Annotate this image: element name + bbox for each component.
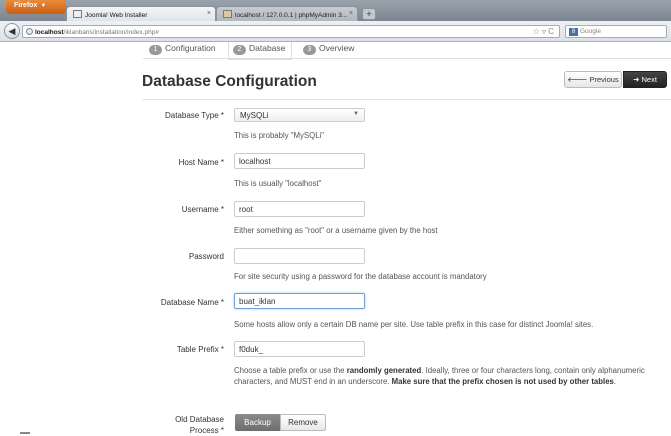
step-label: Configuration — [165, 43, 216, 53]
prefix-help-text: . — [613, 377, 617, 386]
db-type-value: MySQLi — [240, 111, 269, 120]
arrow-right-icon: ➜ — [633, 75, 640, 84]
phpmyadmin-favicon-icon — [223, 10, 232, 18]
next-button[interactable]: ➜ Next — [623, 71, 667, 88]
chevron-down-icon: ▼ — [353, 111, 359, 117]
step-number: 2 — [233, 45, 246, 55]
url-bar[interactable]: localhost/iklanbaris/installation/index.… — [22, 25, 560, 38]
host-input[interactable]: localhost — [234, 153, 365, 169]
arrow-left-icon: 🡐 — [567, 75, 588, 84]
username-input[interactable]: root — [234, 201, 365, 217]
chevron-down-icon: ▼ — [40, 3, 47, 9]
browser-titlebar: Firefox ▼ Joomla! Web Installer × localho… — [0, 0, 671, 21]
prefix-help: Choose a table prefix or use the randoml… — [234, 365, 654, 387]
url-actions: ☆ ▿ C — [533, 27, 554, 36]
old-db-label-line2: Process * — [189, 426, 224, 435]
bookmark-star-icon[interactable]: ☆ — [533, 27, 540, 36]
step-number: 1 — [149, 45, 162, 55]
browser-navbar: ◀ localhost/iklanbaris/installation/inde… — [0, 21, 671, 42]
reload-icon[interactable]: C — [548, 27, 554, 36]
remove-button[interactable]: Remove — [280, 414, 326, 431]
close-icon[interactable]: × — [349, 10, 353, 17]
back-arrow-icon: ◀ — [8, 26, 16, 36]
password-input[interactable] — [234, 248, 365, 264]
step-number: 3 — [303, 45, 316, 55]
tab-title: localhost / 127.0.0.1 | phpMyAdmin 3... — [235, 12, 348, 19]
prefix-warning-text: Make sure that the prefix chosen is not … — [391, 377, 614, 386]
db-type-help: This is probably "MySQLi" — [234, 131, 325, 140]
password-label: Password — [188, 252, 224, 261]
db-type-label: Database Type * — [164, 111, 224, 120]
previous-button[interactable]: 🡐 Previous — [564, 71, 622, 88]
tab-title: Joomla! Web Installer — [85, 12, 148, 19]
prefix-label: Table Prefix * — [176, 345, 224, 354]
username-help: Either something as "root" or a username… — [234, 226, 438, 235]
steps-divider — [143, 58, 671, 59]
db-type-select[interactable]: MySQLi ▼ — [234, 108, 365, 122]
randomly-generated-text: randomly generated — [346, 366, 422, 375]
db-name-help: Some hosts allow only a certain DB name … — [234, 320, 594, 329]
next-label: Next — [641, 75, 657, 84]
old-db-label-line1: Old Database — [175, 415, 224, 424]
google-search-icon: 8 — [569, 28, 578, 36]
host-help: This is usually "localhost" — [234, 179, 322, 188]
password-help: For site security using a password for t… — [234, 272, 487, 281]
url-host: localhost — [35, 29, 64, 36]
firefox-menu-label: Firefox — [14, 2, 38, 9]
url-path: /iklanbaris/installation/index.php# — [63, 29, 159, 36]
back-button[interactable]: ◀ — [4, 23, 20, 39]
previous-label: Previous — [589, 75, 619, 84]
dropdown-icon[interactable]: ▿ — [542, 27, 546, 36]
new-tab-button[interactable]: + — [362, 8, 376, 20]
search-bar[interactable]: 8 Google — [565, 25, 667, 38]
old-db-label: Old Database Process * — [0, 414, 224, 436]
step-label: Database — [249, 43, 286, 53]
tab-joomla-installer[interactable]: Joomla! Web Installer × — [66, 6, 216, 21]
search-placeholder: Google — [580, 28, 601, 35]
username-label: Username * — [181, 205, 224, 214]
backup-button[interactable]: Backup — [235, 414, 280, 431]
host-label: Host Name * — [178, 158, 224, 167]
scrollbar-fragment — [20, 432, 30, 434]
close-icon[interactable]: × — [207, 10, 211, 17]
page-title: Database Configuration — [142, 73, 317, 90]
db-name-input[interactable]: buat_iklan — [234, 293, 365, 309]
db-name-label: Database Name * — [160, 298, 224, 307]
prefix-input[interactable]: f0duk_ — [234, 341, 365, 357]
tab-phpmyadmin[interactable]: localhost / 127.0.0.1 | phpMyAdmin 3... … — [216, 6, 358, 21]
joomla-favicon-icon — [73, 10, 82, 18]
firefox-menu-button[interactable]: Firefox ▼ — [6, 0, 66, 14]
globe-icon — [26, 28, 33, 35]
step-label: Overview — [319, 43, 355, 53]
title-divider — [142, 99, 671, 100]
prefix-help-text: Choose a table prefix or use the — [234, 366, 347, 375]
